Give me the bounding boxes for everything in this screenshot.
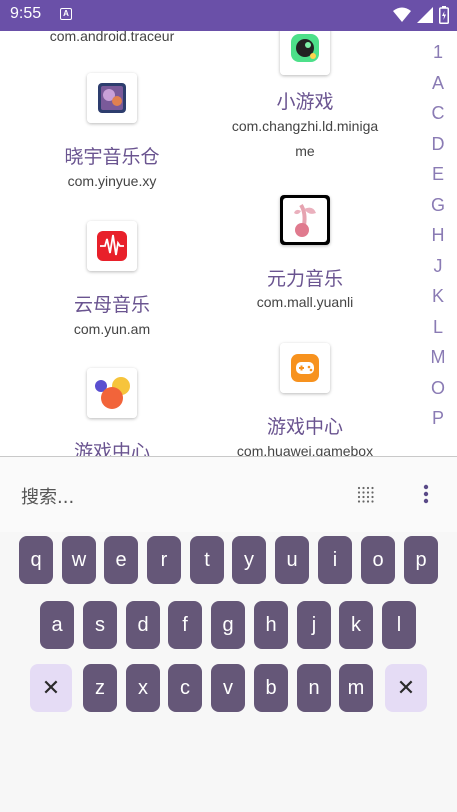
key-p[interactable]: p [404,536,438,584]
xiaoyu-music-app-icon [87,73,137,123]
search-input[interactable]: 搜索... [21,483,74,509]
index-letter[interactable]: 1 [419,42,457,63]
app-item-yuanli-music[interactable]: 元力音乐 com.mall.yuanli [200,195,410,320]
key-h[interactable]: h [254,601,288,649]
yuanli-music-app-icon [280,195,330,245]
signal-icon [417,7,433,23]
key-z[interactable]: z [83,664,117,712]
app-package: com.huawei.gamebox [236,443,374,457]
key-m[interactable]: m [339,664,373,712]
app-package: com.mall.yuanli [256,294,354,310]
index-letter[interactable]: J [419,256,457,277]
key-j[interactable]: j [297,601,331,649]
alphabet-index[interactable]: 1 A C D E G H J K L M O P Q [419,42,457,442]
app-name: 小游戏 [276,91,334,113]
key-q[interactable]: q [19,536,53,584]
key-i[interactable]: i [318,536,352,584]
soft-keyboard: q w e r t y u i o p a s d f g h j k l ✕ … [0,532,457,812]
minigame-app-icon [280,31,330,75]
status-bar: 9:55 A [0,0,457,31]
key-k[interactable]: k [339,601,373,649]
index-letter[interactable]: L [419,317,457,338]
notification-icon: A [60,8,72,20]
app-item-xiaoyu-music[interactable]: 晓宇音乐仓 com.yinyue.xy [7,73,217,198]
key-d[interactable]: d [126,601,160,649]
yunmu-music-app-icon [87,221,137,271]
index-letter[interactable]: P [419,408,457,429]
clear-right-button[interactable]: ✕ [385,664,427,712]
index-letter[interactable]: D [419,134,457,155]
index-letter[interactable]: Q [419,439,457,442]
key-x[interactable]: x [126,664,160,712]
app-grid: com.android.traceur 小游戏 com.changzhi.ld.… [0,31,420,457]
app-item-huawei-gamebox[interactable]: 游戏中心 com.huawei.gamebox [200,343,410,457]
app-name: 元力音乐 [266,268,343,290]
key-o[interactable]: o [361,536,395,584]
app-item-yunmu-music[interactable]: 云母音乐 com.yun.am [7,221,217,346]
battery-icon [439,6,449,24]
key-l[interactable]: l [382,601,416,649]
key-t[interactable]: t [190,536,224,584]
key-a[interactable]: a [40,601,74,649]
key-s[interactable]: s [83,601,117,649]
key-b[interactable]: b [254,664,288,712]
status-time: 9:55 [10,5,42,22]
app-package: com.yun.am [73,321,151,337]
index-letter[interactable]: G [419,195,457,216]
wifi-icon [393,7,411,22]
app-name: 云母音乐 [73,294,150,316]
key-y[interactable]: y [232,536,266,584]
app-package: com.changzhi.ld.miniga [231,118,379,134]
index-letter[interactable]: O [419,378,457,399]
app-name: 游戏中心 [73,441,150,457]
key-n[interactable]: n [297,664,331,712]
app-package: com.android.traceur [49,31,175,44]
key-f[interactable]: f [168,601,202,649]
index-letter[interactable]: M [419,347,457,368]
system-icons [393,6,449,24]
app-package: com.yinyue.xy [67,173,157,189]
clear-left-button[interactable]: ✕ [30,664,72,712]
key-g[interactable]: g [211,601,245,649]
index-letter[interactable]: C [419,103,457,124]
app-item-game-center[interactable]: 游戏中心 [7,368,217,457]
index-letter[interactable]: H [419,225,457,246]
key-v[interactable]: v [211,664,245,712]
app-name: 晓宇音乐仓 [64,146,160,168]
key-u[interactable]: u [275,536,309,584]
index-letter[interactable]: E [419,164,457,185]
game-center-app-icon [87,368,137,418]
key-w[interactable]: w [62,536,96,584]
key-r[interactable]: r [147,536,181,584]
huawei-gamebox-app-icon [280,343,330,393]
app-item-minigame[interactable]: 小游戏 com.changzhi.ld.miniga me [200,31,410,165]
key-c[interactable]: c [168,664,202,712]
grid-view-icon[interactable] [356,485,376,505]
app-package-line2: me [295,143,315,159]
app-item-traceur[interactable]: com.android.traceur [7,31,217,55]
more-options-icon[interactable] [422,484,430,504]
index-letter[interactable]: A [419,73,457,94]
search-bar: 搜索... [0,456,457,532]
key-e[interactable]: e [104,536,138,584]
index-letter[interactable]: K [419,286,457,307]
app-name: 游戏中心 [266,416,343,438]
